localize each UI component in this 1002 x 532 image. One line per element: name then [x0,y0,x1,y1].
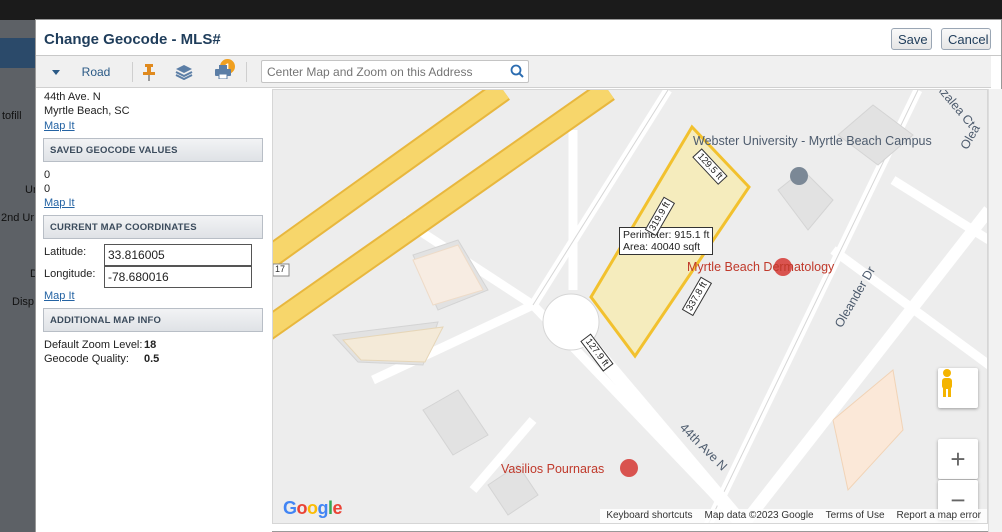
dialog-title: Change Geocode - MLS# [44,31,221,48]
additional-map-info-header: ADDITIONAL MAP INFO [43,308,263,332]
map-data-text: Map data ©2023 Google [704,510,814,521]
map-attribution-bar: Keyboard shortcuts Map data ©2023 Google… [600,509,987,523]
zoom-in-button[interactable]: + [938,439,978,479]
geocode-info-panel: 44th Ave. N Myrtle Beach, SC Map It SAVE… [36,89,272,532]
dialog-header: Change Geocode - MLS# Save Cancel [36,20,1001,56]
geocode-quality-value: 0.5 [144,353,160,365]
search-icon[interactable] [510,64,524,81]
current-map-it-link[interactable]: Map It [44,290,75,302]
perimeter-text: Perimeter: 915.1 ft [623,229,710,241]
current-coordinates-header: CURRENT MAP COORDINATES [43,215,263,239]
save-button[interactable]: Save [891,28,932,50]
view-dropdown-arrow-icon[interactable] [50,62,62,82]
report-map-error-link[interactable]: Report a map error [897,510,981,522]
toolbar-divider [246,62,247,82]
poi-dermatology-label[interactable]: Myrtle Beach Dermatology [687,260,834,274]
route-shield-label: 17 [275,264,286,274]
saved-map-it-link[interactable]: Map It [44,197,75,209]
latitude-label: Latitude: [44,246,87,258]
measurement-box: Perimeter: 915.1 ft Area: 40040 sqft [619,227,714,255]
address-line-2: Myrtle Beach, SC [44,105,130,117]
change-geocode-dialog: Change Geocode - MLS# Save Cancel Road 1… [35,19,1002,532]
restaurant-marker [620,459,638,477]
longitude-label: Longitude: [44,268,96,280]
background-label: 2nd Ur [1,212,35,224]
terms-of-use-link[interactable]: Terms of Use [826,510,885,522]
zoom-level-label: Default Zoom Level: [44,339,143,351]
saved-latitude-value: 0 [44,169,51,181]
latitude-input[interactable] [104,244,252,266]
longitude-input[interactable] [104,266,252,288]
keyboard-shortcuts-link[interactable]: Keyboard shortcuts [606,510,692,522]
map-toolbar: Road 1 [36,56,991,88]
zoom-level-value: 18 [144,339,157,351]
layers-icon[interactable] [173,62,195,82]
map-graphics [273,90,987,523]
university-marker [790,167,808,185]
browser-top-bar [0,0,1002,20]
geocode-quality-label: Geocode Quality: [44,353,129,365]
area-text: Area: 40040 sqft [623,241,701,253]
address-search-input[interactable] [262,61,502,82]
toolbar-divider [132,62,133,82]
address-search-box [261,60,529,83]
poi-webster-label[interactable]: Webster University - Myrtle Beach Campus [693,134,932,148]
address-map-it-link[interactable]: Map It [44,120,75,132]
address-line-1: 44th Ave. N [44,91,101,103]
background-label: Disp [12,296,35,308]
saved-geocode-header: SAVED GEOCODE VALUES [43,138,263,162]
poi-vasilios-label[interactable]: Vasilios Pournaras [501,462,604,476]
map-canvas[interactable]: Webster University - Myrtle Beach Campus… [272,89,988,524]
google-logo: Google [283,498,343,518]
background-header-block [0,38,36,68]
pushpin-icon[interactable] [138,62,160,82]
saved-longitude-value: 0 [44,183,51,195]
cancel-button[interactable]: Cancel [941,28,991,50]
street-view-pegman-icon[interactable] [938,368,978,408]
dialog-scrollbar[interactable] [988,89,1002,532]
map-view-mode[interactable]: Road [76,62,116,82]
background-label: tofill [2,110,22,122]
print-icon[interactable] [212,62,234,82]
